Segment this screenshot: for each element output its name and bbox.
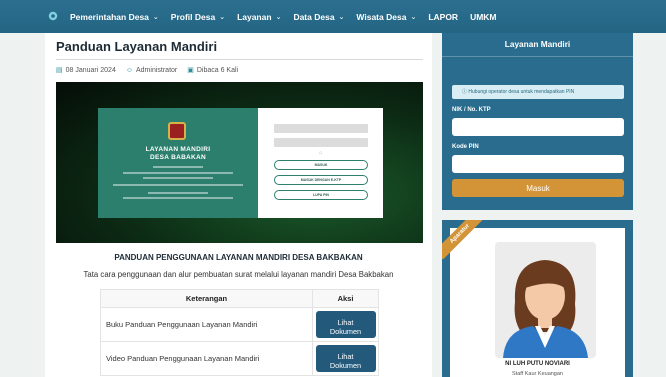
row-label: Video Panduan Penggunaan Layanan Mandiri (100, 341, 313, 376)
banner-nik-field (274, 124, 368, 133)
meta-date: ▤ 08 Januari 2024 (56, 67, 116, 74)
table-header-row: Keterangan Aksi (100, 289, 379, 308)
nav-item-lapor[interactable]: LAPOR (428, 12, 458, 22)
nav-item-umkm[interactable]: UMKM (470, 12, 496, 22)
banner-text-line (123, 172, 233, 174)
column-header-aksi: Aksi (312, 289, 379, 308)
row-label: Buku Panduan Penggunaan Layanan Mandiri (100, 307, 313, 342)
nik-input[interactable] (452, 118, 624, 136)
staff-role: Staff Kaur Keuangan (512, 371, 563, 377)
banner-checkbox: □ (319, 151, 322, 155)
section-description: Tata cara penggunaan dan alur pembuatan … (83, 270, 394, 279)
nav-item-layanan[interactable]: Layanan ⌄ (237, 12, 281, 22)
table-row: Video Panduan Penggunaan Layanan Mandiri… (100, 341, 379, 376)
calendar-icon: ▤ (56, 67, 63, 74)
book-icon: ▣ (187, 67, 194, 74)
banner-text-line (123, 197, 233, 199)
avatar (503, 260, 588, 358)
banner-login-panel: □ MASUK MASUK DENGAN E-KTP LUPA PIN (258, 108, 383, 218)
banner-brand-panel: LAYANAN MANDIRI DESA BABAKAN (98, 108, 258, 218)
banner-text-line (143, 177, 213, 179)
pin-info-box: ⓘ Hubungi operator desa untuk mendapatka… (452, 85, 624, 99)
section-heading: PANDUAN PENGGUNAAN LAYANAN MANDIRI DESA … (114, 253, 363, 262)
aparatur-card: NI LUH PUTU NOVIARI Staff Kaur Keuangan … (442, 220, 633, 377)
row-action-cell: Lihat Dokumen (312, 307, 379, 342)
login-card-title: Layanan Mandiri (504, 39, 571, 49)
page-title: Panduan Layanan Mandiri (56, 39, 218, 54)
emblem-icon (168, 122, 186, 140)
staff-photo (495, 242, 596, 358)
nik-label: NIK / No. KTP (452, 107, 491, 113)
pin-label: Kode PIN (452, 144, 479, 150)
aparatur-profile[interactable]: NI LUH PUTU NOVIARI Staff Kaur Keuangan (450, 228, 625, 377)
chevron-down-icon: ⌄ (152, 13, 159, 21)
banner-title: LAYANAN MANDIRI (145, 146, 211, 153)
chevron-down-icon: ⌄ (410, 13, 417, 21)
chevron-down-icon: ⌄ (275, 13, 282, 21)
chevron-down-icon: ⌄ (219, 13, 226, 21)
nav-menu: Pemerintahan Desa ⌄ Profil Desa ⌄ Layanan ⌄… (70, 0, 497, 33)
divider (442, 56, 633, 57)
nav-item-pemerintahan-desa[interactable]: Pemerintahan Desa ⌄ (70, 12, 159, 22)
article-panel: Panduan Layanan Mandiri ▤ 08 Januari 2024… (45, 33, 432, 377)
banner-subtitle: DESA BABAKAN (149, 154, 207, 161)
meta-views: ▣ Dibaca 6 Kali (187, 67, 239, 74)
banner-lupa-pin-button: LUPA PIN (274, 190, 368, 200)
banner-pin-field (274, 138, 368, 147)
divider (56, 59, 423, 60)
banner-text-line (153, 166, 203, 168)
nav-item-wisata-desa[interactable]: Wisata Desa ⌄ (356, 12, 416, 22)
banner-text-line (113, 184, 243, 186)
masuk-button[interactable]: Masuk (452, 179, 624, 197)
staff-name: NI LUH PUTU NOVIARI (505, 361, 570, 367)
nav-item-data-desa[interactable]: Data Desa ⌄ (293, 12, 344, 22)
gear-icon[interactable] (47, 10, 59, 22)
meta-author: ☺ Administrator (125, 66, 178, 74)
lihat-dokumen-button[interactable]: Lihat Dokumen (315, 311, 376, 338)
banner-text-line (148, 192, 208, 194)
article-banner-image: LAYANAN MANDIRI DESA BABAKAN □ MASUK MAS… (56, 82, 423, 243)
layanan-mandiri-login-card: Layanan Mandiri ⓘ Hubungi operator desa … (442, 33, 633, 210)
nav-item-profil-desa[interactable]: Profil Desa ⌄ (171, 12, 225, 22)
article-meta: ▤ 08 Januari 2024 ☺ Administrator ▣ Dibaca … (56, 66, 239, 75)
banner-ektp-button: MASUK DENGAN E-KTP (274, 175, 368, 185)
pin-input[interactable] (452, 155, 624, 173)
column-header-keterangan: Keterangan (100, 289, 313, 308)
table-row: Buku Panduan Penggunaan Layanan Mandiri … (100, 307, 379, 342)
documents-table: Keterangan Aksi Buku Panduan Penggunaan … (100, 289, 379, 376)
row-action-cell: Lihat Dokumen (312, 341, 379, 376)
lihat-dokumen-button[interactable]: Lihat Dokumen (315, 345, 376, 372)
user-icon: ☺ (125, 66, 133, 74)
top-navbar: Pemerintahan Desa ⌄ Profil Desa ⌄ Layanan ⌄… (0, 0, 666, 33)
banner-masuk-button: MASUK (274, 160, 368, 170)
chevron-down-icon: ⌄ (338, 13, 345, 21)
